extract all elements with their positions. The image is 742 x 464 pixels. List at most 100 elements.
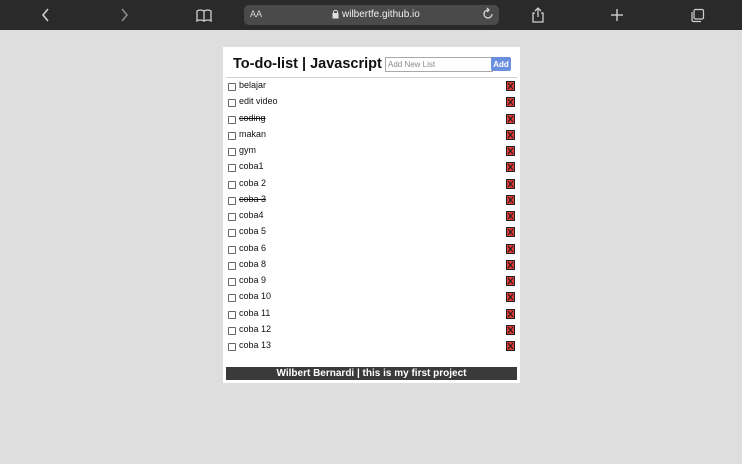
todo-item: makan [223,128,520,144]
todo-label: coba 2 [239,177,267,188]
close-icon [507,147,514,155]
todo-label: coba 6 [239,242,267,253]
todo-checkbox[interactable] [228,229,236,238]
todo-label: coba 12 [239,323,272,334]
delete-button[interactable] [506,243,515,254]
close-icon [507,212,514,220]
todo-item: coba 8 [223,258,520,274]
footer: Wilbert Bernardi | this is my first proj… [226,367,517,380]
todo-item: coba 12 [223,323,520,339]
todo-checkbox[interactable] [228,115,236,124]
todo-item: coba 6 [223,242,520,258]
todo-checkbox[interactable] [228,99,236,108]
todo-checkbox[interactable] [228,148,236,156]
todo-checkbox[interactable] [228,343,236,351]
todo-label: belajar [239,80,267,90]
todo-label: coba 3 [239,193,267,204]
delete-button[interactable] [506,276,515,286]
todo-label: coba 10 [239,291,272,302]
delete-button[interactable] [506,227,515,238]
todo-label: coba 11 [239,307,271,318]
delete-button[interactable] [506,308,515,319]
close-icon [507,277,514,285]
browser-toolbar: AA wilbertfe.github.io [0,0,742,30]
close-icon [507,163,514,171]
todo-label: coba4 [239,210,264,220]
todo-checkbox[interactable] [228,164,236,173]
close-icon [507,131,514,139]
delete-button[interactable] [506,129,515,140]
todo-item: coba 2 [223,177,520,193]
todo-checkbox[interactable] [228,213,236,221]
todo-item: coba4 [223,209,520,225]
todo-item: coba 11 [223,307,520,323]
todo-checkbox[interactable] [228,131,236,140]
todo-checkbox[interactable] [228,196,236,205]
delete-button[interactable] [506,194,515,205]
todo-checkbox[interactable] [228,261,236,270]
todo-checkbox[interactable] [228,326,236,335]
address-bar[interactable]: AA wilbertfe.github.io [244,5,499,25]
close-icon [507,245,514,252]
delete-button[interactable] [506,324,515,335]
todo-label: coba 5 [239,226,267,237]
text-size-button[interactable]: AA [250,9,262,19]
close-icon [507,310,514,317]
close-icon [507,293,514,301]
delete-button[interactable] [506,146,515,156]
todo-item: gym [223,144,520,160]
delete-button[interactable] [506,162,515,173]
divider [226,77,517,78]
todo-item: coba1 [223,160,520,176]
bookmarks-icon[interactable] [195,0,213,30]
delete-button[interactable] [506,81,515,91]
close-icon [507,342,514,350]
forward-icon[interactable] [116,0,132,30]
todo-label: gym [239,145,257,155]
add-button[interactable]: Add [491,57,511,71]
todo-item: edit video [223,95,520,111]
todo-label: coba 13 [239,340,272,350]
delete-button[interactable] [506,97,515,108]
delete-button[interactable] [506,292,515,303]
close-icon [507,228,514,236]
url-text: wilbertfe.github.io [342,9,420,20]
delete-button[interactable] [506,178,515,189]
todo-checkbox[interactable] [228,83,236,91]
close-icon [507,115,514,122]
todo-item: coba 5 [223,225,520,241]
share-icon[interactable] [530,0,546,30]
back-icon[interactable] [38,0,54,30]
todo-item: coba 3 [223,193,520,209]
todo-item: coba 10 [223,290,520,306]
delete-button[interactable] [506,211,515,221]
tabs-icon[interactable] [689,0,705,30]
new-list-input[interactable] [385,57,493,72]
todo-checkbox[interactable] [228,294,236,303]
close-icon [507,261,514,269]
delete-button[interactable] [506,113,515,124]
todo-item: coba 9 [223,274,520,290]
todo-label: coba1 [239,161,264,172]
delete-button[interactable] [506,341,515,351]
close-icon [507,98,514,106]
todo-checkbox[interactable] [228,278,236,286]
todo-label: coba 9 [239,275,267,285]
todo-item: belajar [223,79,520,95]
new-tab-icon[interactable] [609,0,625,30]
todo-card: To-do-list | Javascript Add belajar edit … [223,47,520,383]
todo-label: coding [239,112,266,123]
todo-checkbox[interactable] [228,180,236,189]
todo-checkbox[interactable] [228,245,236,254]
todo-label: makan [239,128,267,139]
lock-icon [332,9,339,22]
todo-label: coba 8 [239,258,267,269]
todo-checkbox[interactable] [228,310,236,319]
todo-label: edit video [239,96,278,107]
reload-icon[interactable] [481,7,495,24]
close-icon [507,82,514,90]
todo-item: coding [223,112,520,128]
close-icon [507,326,514,334]
page-title: To-do-list | Javascript [233,56,382,72]
delete-button[interactable] [506,259,515,270]
